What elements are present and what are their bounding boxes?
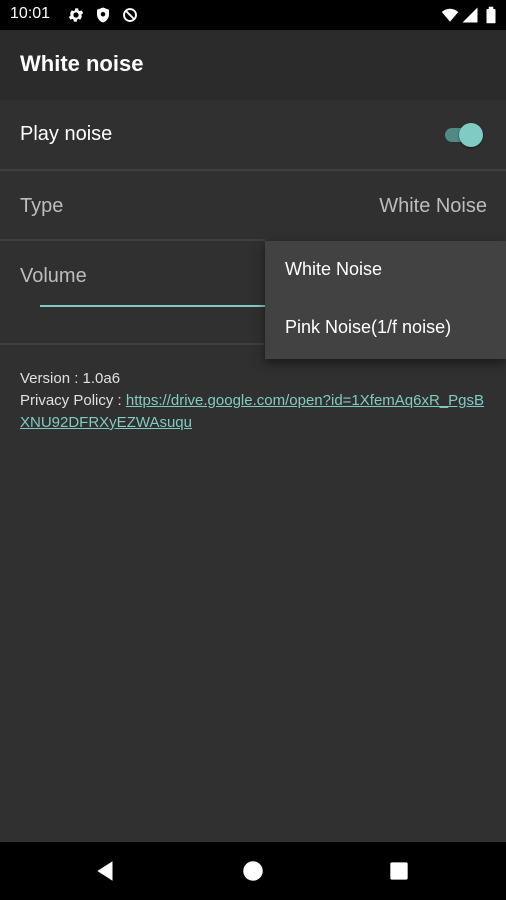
status-time: 10:01 <box>10 5 51 22</box>
volume-slider[interactable] <box>40 305 266 307</box>
type-value: White Noise <box>379 195 487 217</box>
status-bar: 10:01 <box>0 0 506 30</box>
play-noise-switch[interactable] <box>443 122 485 148</box>
type-label: Type <box>20 195 64 217</box>
shield-icon <box>94 6 112 24</box>
switch-thumb <box>459 123 483 147</box>
recents-icon[interactable] <box>386 858 412 884</box>
app-bar: White noise <box>0 30 506 100</box>
app-info: Version : 1.0a6 Privacy Policy : https:/… <box>20 368 490 434</box>
privacy-policy-label: Privacy Policy : <box>20 392 126 409</box>
menu-item-white-noise[interactable]: White Noise <box>265 241 506 299</box>
signal-icon <box>461 6 479 24</box>
home-icon[interactable] <box>240 858 266 884</box>
privacy-policy-line: Privacy Policy : https://drive.google.co… <box>20 390 490 434</box>
version-text: Version : 1.0a6 <box>20 370 121 387</box>
type-dropdown-menu: White Noise Pink Noise(1/f noise) <box>265 241 506 359</box>
menu-item-label: White Noise <box>285 259 383 279</box>
no-data-icon <box>121 6 139 24</box>
type-row[interactable]: Type White Noise <box>0 171 506 241</box>
settings-list: Play noise Type White Noise Volume Versi… <box>0 100 506 842</box>
play-noise-label: Play noise <box>20 123 113 145</box>
battery-icon <box>482 6 500 24</box>
play-noise-row[interactable]: Play noise <box>0 100 506 170</box>
menu-item-pink-noise[interactable]: Pink Noise(1/f noise) <box>265 299 506 357</box>
menu-item-label: Pink Noise(1/f noise) <box>285 317 452 337</box>
back-icon[interactable] <box>93 858 119 884</box>
volume-label: Volume <box>20 265 87 287</box>
wifi-icon <box>441 6 459 24</box>
navigation-bar <box>0 842 506 900</box>
page-title: White noise <box>20 51 144 76</box>
gear-icon <box>67 6 85 24</box>
